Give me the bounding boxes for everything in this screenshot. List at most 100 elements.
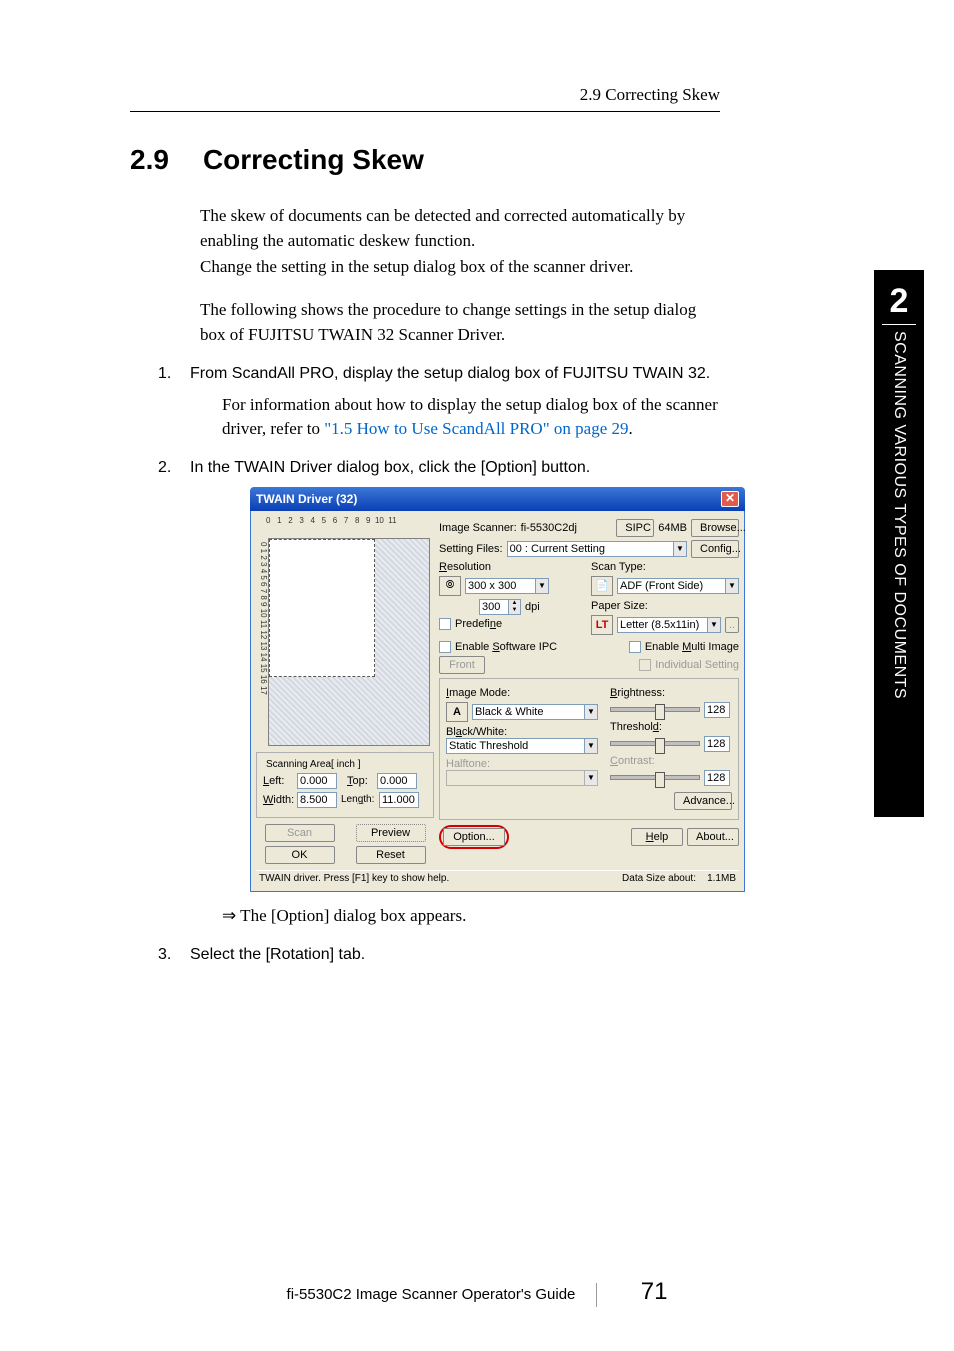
- status-datasize: Data Size about: 1.1MB: [622, 873, 736, 884]
- chevron-down-icon[interactable]: ▼: [535, 578, 549, 594]
- memory-value: 64MB: [658, 522, 687, 534]
- step-2-text: In the TWAIN Driver dialog box, click th…: [190, 459, 590, 477]
- page-footer: fi-5530C2 Image Scanner Operator's Guide…: [0, 1278, 954, 1307]
- spinner-down-icon[interactable]: ▼: [508, 607, 520, 614]
- enable-ipc-checkbox[interactable]: [439, 641, 451, 653]
- enable-ipc-label: Enable Software IPC: [455, 641, 557, 653]
- browse-button[interactable]: Browse...: [691, 519, 739, 537]
- left-label: Left:: [263, 775, 293, 787]
- chevron-down-icon[interactable]: ▼: [584, 704, 598, 720]
- scan-type-select[interactable]: ADF (Front Side): [617, 578, 725, 594]
- resolution-icon: ⦾: [439, 576, 461, 596]
- setting-files-select[interactable]: 00 : Current Setting: [507, 541, 673, 557]
- ok-button[interactable]: OK: [265, 846, 335, 864]
- chapter-number: 2: [874, 284, 924, 318]
- preview-button[interactable]: Preview: [356, 824, 426, 842]
- enable-multi-checkbox[interactable]: [629, 641, 641, 653]
- status-text: TWAIN driver. Press [F1] key to show hel…: [259, 873, 449, 884]
- chapter-title: SCANNING VARIOUS TYPES OF DOCUMENTS: [890, 331, 908, 699]
- section-heading: 2.9 Correcting Skew: [130, 144, 720, 176]
- spinner-up-icon[interactable]: ▲: [508, 600, 520, 607]
- intro-paragraph-1: The skew of documents can be detected an…: [200, 204, 720, 253]
- left-input[interactable]: 0.000: [297, 773, 337, 789]
- chevron-down-icon[interactable]: ▼: [707, 617, 721, 633]
- step-3: 3. Select the [Rotation] tab.: [158, 946, 720, 964]
- config-button[interactable]: Config...: [691, 540, 739, 558]
- predefine-label: Predefine: [455, 618, 502, 630]
- threshold-label: Threshold:: [610, 721, 732, 733]
- contrast-slider: [610, 775, 700, 780]
- brightness-slider[interactable]: [610, 707, 700, 712]
- brightness-label: Brightness:: [610, 687, 732, 699]
- section-number: 2.9: [130, 144, 169, 175]
- contrast-label: Contrast:: [610, 755, 732, 767]
- ruler-horizontal: 0 1 2 3 4 5 6 7 8 9 10 11: [256, 516, 434, 538]
- resolution-label: Resolution: [439, 561, 587, 573]
- option-button-highlight: Option...: [439, 825, 509, 849]
- chevron-down-icon: ▼: [584, 770, 598, 786]
- bw-select[interactable]: Static Threshold: [446, 738, 584, 754]
- step-2-number: 2.: [158, 459, 190, 477]
- chevron-down-icon[interactable]: ▼: [673, 541, 687, 557]
- reset-button[interactable]: Reset: [356, 846, 426, 864]
- scanner-label: Image Scanner:: [439, 522, 517, 534]
- chevron-down-icon[interactable]: ▼: [725, 578, 739, 594]
- footer-guide-name: fi-5530C2 Image Scanner Operator's Guide: [287, 1286, 576, 1303]
- footer-page-number: 71: [641, 1278, 668, 1306]
- section-title: Correcting Skew: [203, 144, 424, 175]
- individual-checkbox: [639, 659, 651, 671]
- enable-multi-label: Enable Multi Image: [645, 641, 739, 653]
- step-1-detail: For information about how to display the…: [222, 393, 720, 441]
- image-mode-label: Image Mode:: [446, 687, 598, 699]
- step-3-text: Select the [Rotation] tab.: [190, 946, 365, 964]
- threshold-slider[interactable]: [610, 741, 700, 746]
- contrast-value: 128: [704, 770, 730, 786]
- threshold-value[interactable]: 128: [704, 736, 730, 752]
- step-1-number: 1.: [158, 365, 190, 383]
- top-input[interactable]: 0.000: [377, 773, 417, 789]
- help-button[interactable]: Help: [631, 828, 683, 846]
- step-1: 1. From ScandAll PRO, display the setup …: [158, 365, 720, 383]
- halftone-select: [446, 770, 584, 786]
- sipc-button[interactable]: SIPC: [616, 519, 654, 537]
- brightness-value[interactable]: 128: [704, 702, 730, 718]
- image-mode-select[interactable]: Black & White: [472, 704, 584, 720]
- scanning-area-title: Scanning Area[ inch ]: [263, 759, 364, 770]
- ruler-vertical: 0 1 2 3 4 5 6 7 8 9 10 11 12 13 14 15 16…: [256, 538, 268, 746]
- dpi-spinner[interactable]: 300 ▲▼: [479, 599, 521, 615]
- scan-type-label: Scan Type:: [591, 561, 739, 573]
- top-label: Top:: [347, 775, 373, 787]
- width-input[interactable]: 8.500: [297, 792, 337, 808]
- paper-size-label: Paper Size:: [591, 600, 739, 612]
- advance-button[interactable]: Advance...: [674, 792, 732, 810]
- image-mode-icon: A: [446, 702, 468, 722]
- paper-size-extra-button: ..: [725, 617, 739, 633]
- preview-area[interactable]: [268, 538, 430, 746]
- dpi-label: dpi: [525, 601, 540, 613]
- about-button[interactable]: About...: [687, 828, 739, 846]
- header-breadcrumb: 2.9 Correcting Skew: [130, 85, 720, 112]
- halftone-label: Halftone:: [446, 758, 598, 770]
- paper-size-icon: LT: [591, 615, 613, 635]
- paper-size-select[interactable]: Letter (8.5x11in): [617, 617, 707, 633]
- setting-files-label: Setting Files:: [439, 543, 503, 555]
- scan-type-icon: 📄: [591, 576, 613, 596]
- length-label: Length:: [341, 794, 375, 805]
- predefine-checkbox[interactable]: [439, 618, 451, 630]
- dialog-title: TWAIN Driver (32): [256, 492, 357, 506]
- option-button[interactable]: Option...: [443, 828, 505, 846]
- individual-label: Individual Setting: [655, 659, 739, 671]
- front-button: Front: [439, 656, 485, 674]
- intro-paragraph-2: Change the setting in the setup dialog b…: [200, 255, 720, 280]
- close-icon[interactable]: ✕: [721, 491, 739, 507]
- width-label: Width:: [263, 794, 293, 806]
- resolution-select[interactable]: 300 x 300: [465, 578, 535, 594]
- length-input[interactable]: 11.000: [379, 792, 419, 808]
- dialog-titlebar[interactable]: TWAIN Driver (32) ✕: [250, 487, 745, 511]
- scandall-link[interactable]: "1.5 How to Use ScandAll PRO" on page 29: [324, 419, 628, 438]
- chapter-tab: 2 SCANNING VARIOUS TYPES OF DOCUMENTS: [874, 270, 924, 817]
- scanner-value: fi-5530C2dj: [521, 522, 577, 534]
- bw-label: Black/White:: [446, 726, 598, 738]
- step-2: 2. In the TWAIN Driver dialog box, click…: [158, 459, 720, 477]
- chevron-down-icon[interactable]: ▼: [584, 738, 598, 754]
